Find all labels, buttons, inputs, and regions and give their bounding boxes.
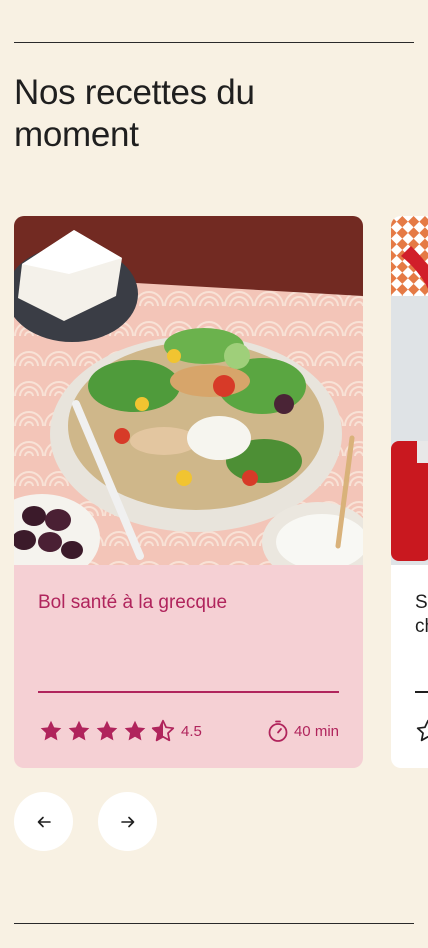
recipe-rating: 4.5	[38, 718, 202, 744]
star-filled-icon	[96, 720, 118, 741]
recipe-card-body: Bol santé à la grecque 4.5 40 min	[14, 565, 363, 768]
star-outline-icon	[416, 719, 428, 742]
star-half-icon	[151, 719, 175, 742]
card-divider	[38, 691, 339, 693]
card-divider	[415, 691, 428, 693]
section-title: Nos recettes du moment	[14, 73, 255, 154]
carousel-next-button[interactable]	[98, 792, 157, 851]
top-divider	[14, 42, 414, 43]
bottom-divider	[14, 923, 414, 924]
recipe-title[interactable]: Bol santé à la grecque	[38, 591, 339, 615]
rating-value: 4.5	[181, 722, 202, 740]
recipe-card-body: S ch	[391, 565, 428, 768]
recipe-card[interactable]: Bol santé à la grecque 4.5 40 min	[14, 216, 363, 768]
recipe-carousel[interactable]: Bol santé à la grecque 4.5 40 min S c	[14, 216, 428, 768]
carousel-prev-button[interactable]	[14, 792, 73, 851]
recipe-rating	[415, 718, 428, 744]
star-filled-icon	[68, 720, 90, 741]
recipe-card[interactable]: S ch	[391, 216, 428, 768]
recipe-photo	[14, 216, 363, 565]
recipe-photo	[391, 216, 428, 565]
arrow-right-icon	[120, 816, 134, 827]
time-value: 40 min	[293, 722, 339, 740]
recipe-time: 40 min	[266, 718, 339, 744]
recipe-title[interactable]: S ch	[415, 591, 428, 639]
timer-icon	[268, 720, 288, 742]
star-filled-icon	[40, 720, 62, 741]
star-filled-icon	[124, 720, 146, 741]
arrow-left-icon	[37, 816, 51, 827]
